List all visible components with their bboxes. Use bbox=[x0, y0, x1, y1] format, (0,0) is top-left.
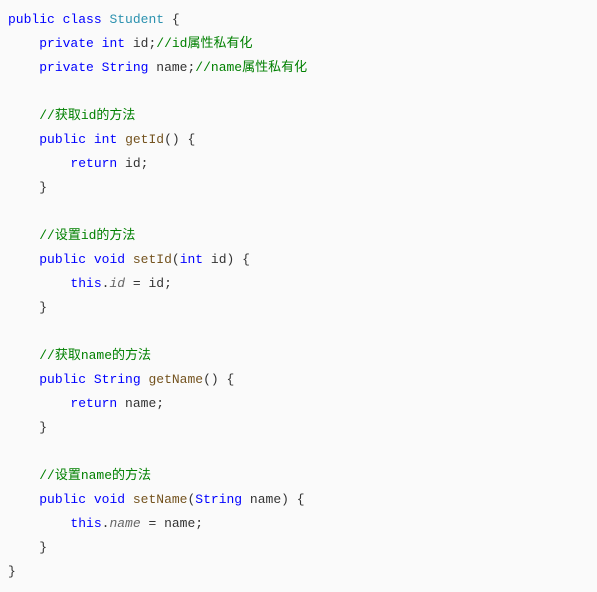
keyword-this: this bbox=[70, 276, 101, 291]
paren: ) bbox=[172, 132, 180, 147]
field-name: name bbox=[109, 516, 140, 531]
keyword-private: private bbox=[39, 60, 94, 75]
type-string: String bbox=[94, 372, 141, 387]
semi: ; bbox=[195, 516, 203, 531]
keyword-class: class bbox=[63, 12, 102, 27]
keyword-public: public bbox=[39, 372, 86, 387]
brace: { bbox=[242, 252, 250, 267]
method-setid: setId bbox=[133, 252, 172, 267]
field-name: name bbox=[125, 396, 156, 411]
class-name: Student bbox=[109, 12, 164, 27]
method-getid: getId bbox=[125, 132, 164, 147]
keyword-return: return bbox=[70, 156, 117, 171]
keyword-return: return bbox=[70, 396, 117, 411]
comment: //name属性私有化 bbox=[195, 60, 307, 75]
brace: { bbox=[188, 132, 196, 147]
param-name: name bbox=[250, 492, 281, 507]
field-id: id bbox=[125, 156, 141, 171]
keyword-void: void bbox=[94, 252, 125, 267]
keyword-public: public bbox=[39, 492, 86, 507]
comment: //设置name的方法 bbox=[39, 468, 151, 483]
paren: ( bbox=[164, 132, 172, 147]
brace: } bbox=[8, 564, 16, 579]
semi: ; bbox=[156, 396, 164, 411]
paren: ( bbox=[203, 372, 211, 387]
code-block: public class Student { private int id; //… bbox=[0, 0, 597, 592]
param-id: id bbox=[148, 276, 164, 291]
brace: } bbox=[39, 180, 47, 195]
type-int: int bbox=[94, 132, 117, 147]
brace: } bbox=[39, 540, 47, 555]
paren: ) bbox=[227, 252, 235, 267]
comment: //设置id的方法 bbox=[39, 228, 135, 243]
field-id: id bbox=[109, 276, 125, 291]
type-string: String bbox=[195, 492, 242, 507]
keyword-this: this bbox=[70, 516, 101, 531]
keyword-public: public bbox=[39, 132, 86, 147]
paren: ) bbox=[281, 492, 289, 507]
paren: ( bbox=[172, 252, 180, 267]
semi: ; bbox=[164, 276, 172, 291]
method-getname: getName bbox=[148, 372, 203, 387]
brace: } bbox=[39, 420, 47, 435]
paren: ) bbox=[211, 372, 219, 387]
semi: ; bbox=[141, 156, 149, 171]
brace: { bbox=[172, 12, 180, 27]
param-name: name bbox=[164, 516, 195, 531]
field-name: name bbox=[156, 60, 187, 75]
field-id: id bbox=[133, 36, 149, 51]
eq: = bbox=[125, 276, 148, 291]
keyword-void: void bbox=[94, 492, 125, 507]
keyword-private: private bbox=[39, 36, 94, 51]
type-int: int bbox=[102, 36, 125, 51]
comment: //获取name的方法 bbox=[39, 348, 151, 363]
type-int: int bbox=[180, 252, 203, 267]
param-id: id bbox=[211, 252, 227, 267]
method-setname: setName bbox=[133, 492, 188, 507]
type-string: String bbox=[102, 60, 149, 75]
keyword-public: public bbox=[39, 252, 86, 267]
brace: { bbox=[227, 372, 235, 387]
comment: //id属性私有化 bbox=[156, 36, 252, 51]
eq: = bbox=[141, 516, 164, 531]
keyword-public: public bbox=[8, 12, 55, 27]
brace: { bbox=[297, 492, 305, 507]
brace: } bbox=[39, 300, 47, 315]
comment: //获取id的方法 bbox=[39, 108, 135, 123]
